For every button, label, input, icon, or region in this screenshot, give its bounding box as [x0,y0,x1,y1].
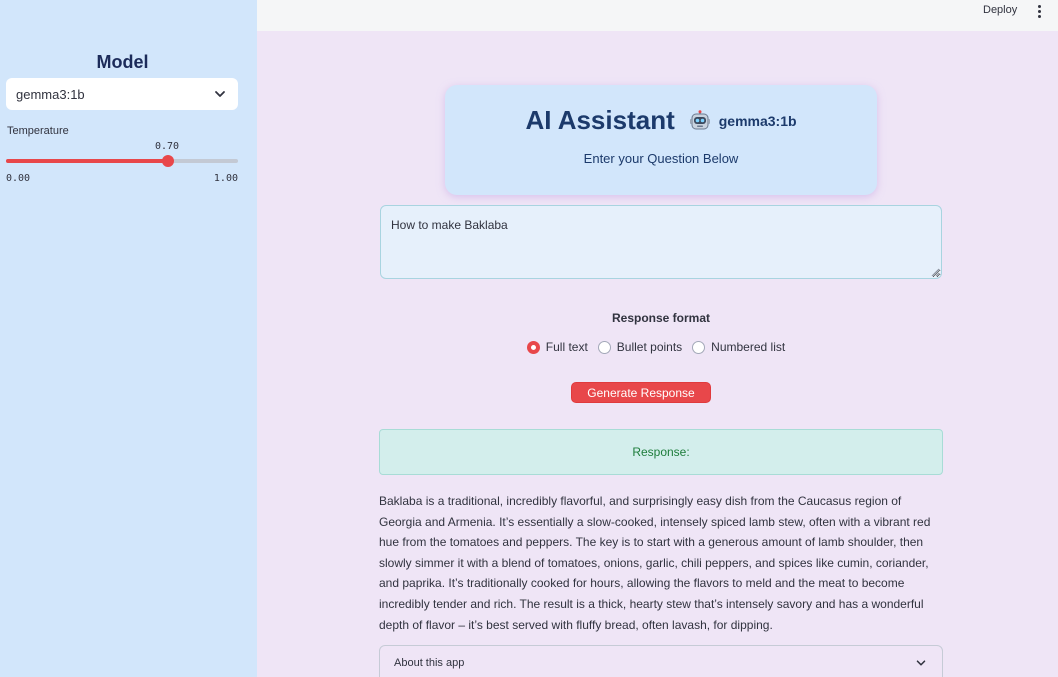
temperature-min: 0.00 [6,173,31,184]
radio-button[interactable] [692,340,706,354]
question-input[interactable] [380,205,942,279]
response-heading: Response: [632,445,690,459]
about-expander-label: About this app [394,657,465,669]
radio-label: Bullet points [616,340,683,354]
radio-label: Full text [545,340,588,354]
radio-numbered-list[interactable]: Numbered list [692,340,785,354]
model-select-value: gemma3:1b [16,86,85,102]
temperature-slider-fill [6,159,169,163]
header-model-name: gemma3:1b [718,112,797,129]
response-format-label: Response format [611,311,711,325]
response-format-radio-group: Full text Bullet points Numbered list [380,340,942,354]
temperature-value: 0.70 [155,141,180,152]
temperature-label: Temperature [7,125,69,137]
model-select[interactable]: gemma3:1b [6,78,238,110]
chevron-down-icon [916,660,926,666]
generate-response-button[interactable]: Generate Response [571,382,711,403]
page-title: AI Assistant [525,105,675,135]
header-card: AI Assistant gemma3:1b Enter your Questi… [445,85,877,195]
radio-button[interactable] [597,340,611,354]
robot-icon [689,109,710,129]
radio-button[interactable] [526,340,540,354]
kebab-menu-icon[interactable] [1034,4,1044,20]
temperature-slider-track[interactable] [6,159,238,163]
resize-handle-icon[interactable] [930,267,940,277]
top-bar [257,0,1058,31]
response-body: Baklaba is a traditional, incredibly fla… [379,494,931,632]
response-alert: Response: [379,429,943,475]
radio-label: Numbered list [711,340,786,354]
radio-bullet-points[interactable]: Bullet points [597,340,683,354]
chevron-down-icon [215,91,225,97]
radio-full-text[interactable]: Full text [526,340,588,354]
deploy-button[interactable]: Deploy [983,4,1017,20]
header-title-row: AI Assistant gemma3:1b [445,105,877,136]
sidebar: Model gemma3:1b Temperature 0.70 0.00 1.… [0,0,257,677]
about-expander[interactable]: About this app [379,645,943,677]
sidebar-title: Model [96,52,149,72]
header-subtitle: Enter your Question Below [583,151,739,166]
temperature-max: 1.00 [213,173,238,184]
temperature-slider-handle[interactable] [162,155,175,167]
